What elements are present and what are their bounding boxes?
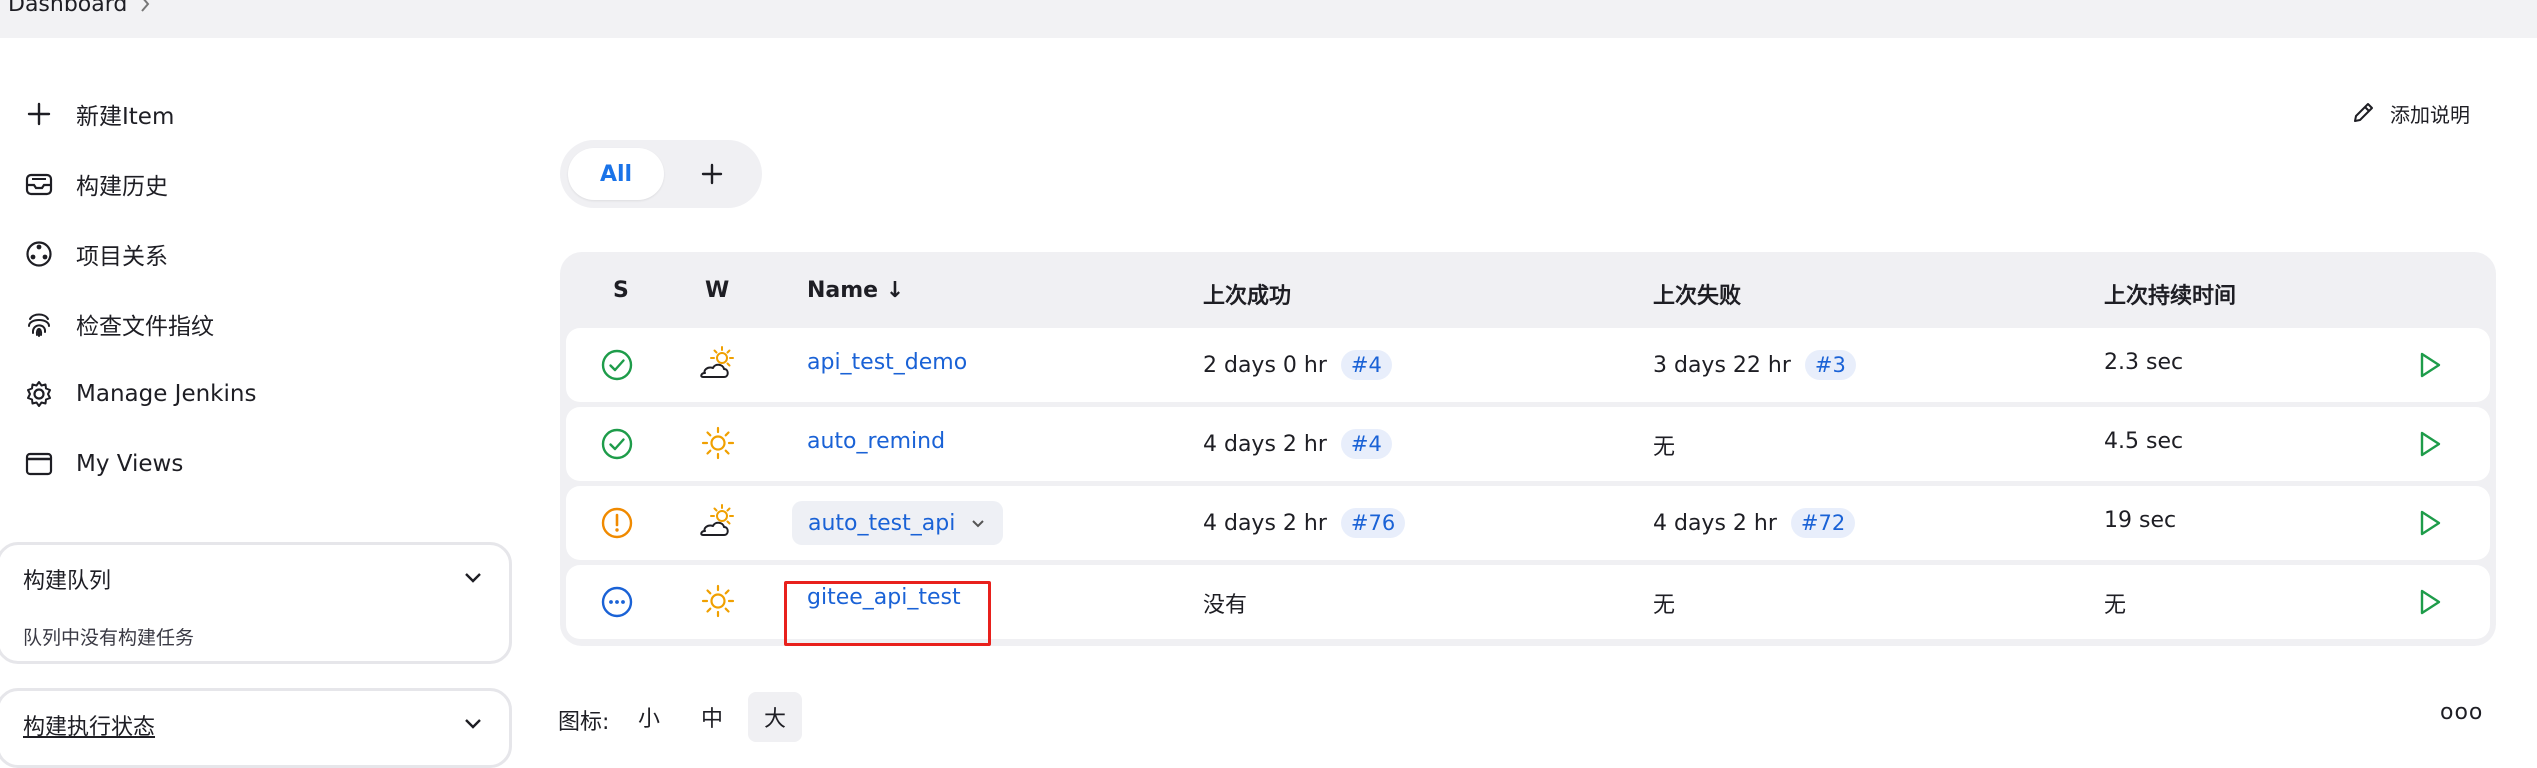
last-success: 没有 bbox=[1203, 593, 1248, 618]
breadcrumb-dashboard[interactable]: Dashboard bbox=[8, 0, 127, 17]
build-number-link[interactable]: #72 bbox=[1790, 508, 1856, 538]
last-success: 4 days 2 hr #76 bbox=[1203, 508, 1406, 538]
last-success-time: 4 days 2 hr bbox=[1203, 432, 1327, 457]
sidebar-item-label: Manage Jenkins bbox=[76, 381, 257, 407]
play-icon[interactable] bbox=[2412, 585, 2446, 619]
icon-size-large[interactable]: 大 bbox=[748, 692, 802, 742]
relations-icon bbox=[22, 237, 56, 271]
icon-size-label: 图标: bbox=[558, 710, 610, 735]
play-icon[interactable] bbox=[2412, 348, 2446, 382]
column-header-weather[interactable]: W bbox=[705, 278, 729, 303]
executor-status-title[interactable]: 构建执行状态 bbox=[23, 709, 155, 741]
warning-status-icon bbox=[600, 506, 634, 540]
build-queue-card: 构建队列 队列中没有构建任务 bbox=[0, 542, 512, 664]
sidebar-item-label: 项目关系 bbox=[76, 244, 168, 270]
last-duration: 2.3 sec bbox=[2104, 350, 2184, 375]
last-failure: 4 days 2 hr #72 bbox=[1653, 508, 1856, 538]
sidebar-item-label: 检查文件指纹 bbox=[76, 314, 214, 340]
gear-icon bbox=[22, 377, 56, 411]
sidebar-item-fingerprint[interactable]: 检查文件指纹 bbox=[22, 304, 214, 344]
more-options[interactable]: ooo bbox=[2440, 700, 2483, 725]
column-header-name[interactable]: Name ↓ bbox=[807, 278, 904, 303]
plus-icon bbox=[22, 97, 56, 131]
column-header-last-duration[interactable]: 上次持续时间 bbox=[2104, 278, 2236, 310]
sidebar-item-my-views[interactable]: My Views bbox=[22, 444, 183, 484]
last-duration: 4.5 sec bbox=[2104, 429, 2184, 454]
build-number-link[interactable]: #4 bbox=[1340, 350, 1392, 380]
add-description-button[interactable]: 添加说明 bbox=[2350, 96, 2470, 130]
highlight-box bbox=[784, 581, 991, 646]
table-row: auto_remind 4 days 2 hr #4 无 4.5 sec bbox=[566, 407, 2490, 481]
sunny-icon bbox=[700, 425, 736, 461]
success-status-icon bbox=[600, 427, 634, 461]
tab-all[interactable]: All bbox=[568, 148, 664, 200]
job-link[interactable]: auto_test_api bbox=[808, 511, 955, 536]
job-link[interactable]: auto_remind bbox=[807, 429, 945, 454]
chevron-down-icon[interactable] bbox=[461, 711, 485, 735]
pencil-icon bbox=[2350, 100, 2376, 126]
last-failure: 3 days 22 hr #3 bbox=[1653, 350, 1856, 380]
build-queue-empty-text: 队列中没有构建任务 bbox=[23, 627, 195, 649]
window-icon bbox=[22, 447, 56, 481]
last-success: 4 days 2 hr #4 bbox=[1203, 429, 1392, 459]
column-header-last-failure[interactable]: 上次失败 bbox=[1653, 278, 1741, 310]
sidebar-item-label: My Views bbox=[76, 451, 184, 477]
play-icon[interactable] bbox=[2412, 506, 2446, 540]
last-success-time: 2 days 0 hr bbox=[1203, 353, 1327, 378]
success-status-icon bbox=[600, 348, 634, 382]
inbox-icon bbox=[22, 167, 56, 201]
build-queue-title[interactable]: 构建队列 bbox=[23, 563, 111, 595]
breadcrumb-bar bbox=[0, 0, 2537, 38]
sidebar-item-new-item[interactable]: 新建Item bbox=[22, 94, 174, 134]
last-failure-time: 4 days 2 hr bbox=[1653, 511, 1777, 536]
last-duration: 19 sec bbox=[2104, 508, 2177, 533]
sidebar-item-build-history[interactable]: 构建历史 bbox=[22, 164, 168, 204]
last-failure: 无 bbox=[1653, 435, 1676, 460]
build-number-link[interactable]: #3 bbox=[1804, 350, 1856, 380]
sidebar-item-label: 构建历史 bbox=[76, 174, 168, 200]
play-icon[interactable] bbox=[2412, 427, 2446, 461]
last-success-time: 4 days 2 hr bbox=[1203, 511, 1327, 536]
last-failure-time: 3 days 22 hr bbox=[1653, 353, 1791, 378]
job-link[interactable]: api_test_demo bbox=[807, 350, 967, 375]
sidebar-item-label: 新建Item bbox=[76, 104, 175, 130]
chevron-down-icon[interactable] bbox=[969, 514, 987, 532]
column-header-last-success[interactable]: 上次成功 bbox=[1203, 278, 1291, 310]
column-header-status[interactable]: S bbox=[613, 278, 629, 303]
sidebar-item-manage-jenkins[interactable]: Manage Jenkins bbox=[22, 374, 256, 414]
sunny-icon bbox=[700, 583, 736, 619]
build-number-link[interactable]: #4 bbox=[1340, 429, 1392, 459]
chevron-right-icon bbox=[138, 0, 152, 14]
icon-size-small[interactable]: 小 bbox=[622, 692, 676, 742]
job-name-dropdown[interactable]: auto_test_api bbox=[792, 501, 1004, 545]
partly-cloudy-icon bbox=[696, 504, 736, 540]
last-duration: 无 bbox=[2104, 593, 2127, 618]
chevron-down-icon[interactable] bbox=[461, 565, 485, 589]
not-built-status-icon bbox=[600, 585, 634, 619]
last-success: 2 days 0 hr #4 bbox=[1203, 350, 1392, 380]
fingerprint-icon bbox=[22, 307, 56, 341]
view-tabs: All bbox=[560, 140, 762, 208]
table-row: api_test_demo 2 days 0 hr #4 3 days 22 hr… bbox=[566, 328, 2490, 402]
plus-icon bbox=[700, 162, 724, 186]
last-failure: 无 bbox=[1653, 593, 1676, 618]
build-number-link[interactable]: #76 bbox=[1340, 508, 1406, 538]
icon-size-medium[interactable]: 中 bbox=[685, 692, 739, 742]
partly-cloudy-icon bbox=[696, 346, 736, 382]
add-description-label: 添加说明 bbox=[2390, 102, 2470, 127]
sidebar-item-project-relationship[interactable]: 项目关系 bbox=[22, 234, 168, 274]
table-row: auto_test_api 4 days 2 hr #76 4 days 2 hr… bbox=[566, 486, 2490, 560]
executor-status-card: 构建执行状态 bbox=[0, 688, 512, 768]
add-view-button[interactable] bbox=[690, 152, 734, 196]
